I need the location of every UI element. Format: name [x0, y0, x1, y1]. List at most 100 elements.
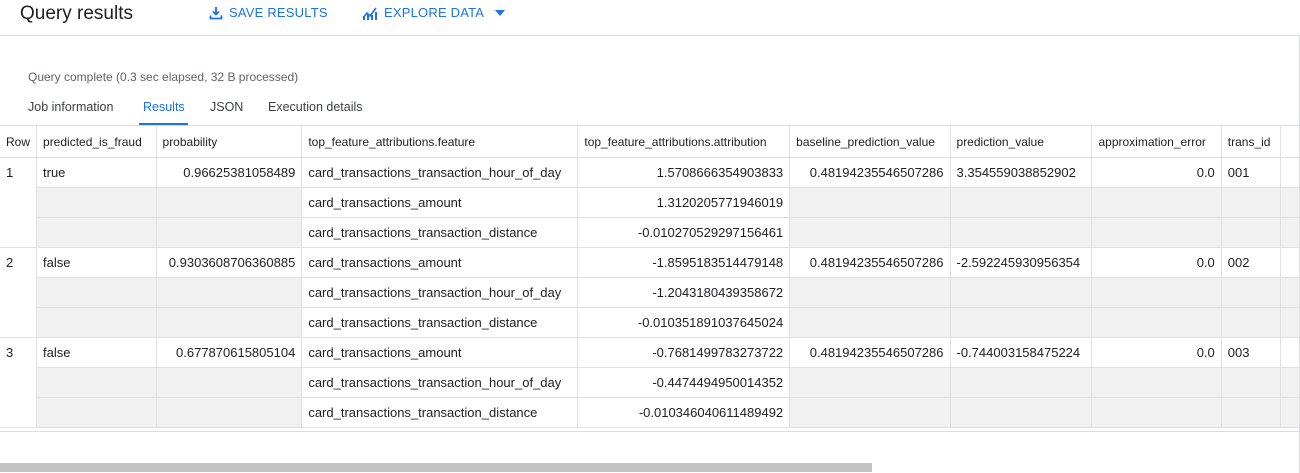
column-header[interactable]: baseline_prediction_value [789, 125, 951, 158]
prediction-value-cell: 3.354559038852902 [949, 157, 1093, 188]
row-number-cell: 1 [0, 157, 38, 248]
table-row: 1 true 0.96625381058489 card_transactions_t… [0, 157, 1300, 248]
table-bottom-border [0, 431, 1300, 432]
table-row: card_transactions_transaction_distance -0… [0, 217, 1300, 248]
tab-execution-details[interactable]: Execution details [268, 100, 363, 114]
prediction-value-cell [949, 307, 1093, 338]
attribution-cell: -1.2043180439358672 [577, 277, 791, 308]
approximation-error-cell [1091, 187, 1222, 218]
baseline-prediction-cell [789, 307, 951, 338]
predicted-is-fraud-cell [36, 187, 157, 218]
table-row: card_transactions_transaction_hour_of_da… [0, 277, 1300, 308]
prediction-value-cell [949, 277, 1093, 308]
baseline-prediction-cell: 0.48194235546507286 [789, 157, 951, 188]
probability-cell [155, 307, 303, 338]
probability-cell: 0.9303608706360885 [155, 247, 303, 278]
attribution-cell: -0.010351891037645024 [577, 307, 791, 338]
overflow-cell [1280, 397, 1300, 428]
overflow-cell [1280, 217, 1300, 248]
overflow-cell [1280, 337, 1300, 368]
chart-icon [362, 6, 378, 20]
table-row: card_transactions_amount 1.31202057719460… [0, 187, 1300, 218]
overflow-cell [1280, 187, 1300, 218]
prediction-value-cell: -2.592245930956354 [949, 247, 1093, 278]
attribution-cell: 1.5708666354903833 [577, 157, 791, 188]
approximation-error-cell [1091, 217, 1222, 248]
probability-cell [155, 217, 303, 248]
prediction-value-cell [949, 217, 1093, 248]
overflow-cell [1280, 367, 1300, 398]
probability-cell [155, 277, 303, 308]
approximation-error-cell: 0.0 [1091, 337, 1222, 368]
trans-id-cell: 001 [1220, 157, 1282, 188]
baseline-prediction-cell: 0.48194235546507286 [789, 247, 951, 278]
probability-cell [155, 367, 303, 398]
approximation-error-cell [1091, 397, 1222, 428]
table-row: 2 false 0.9303608706360885 card_transaction… [0, 247, 1300, 338]
attribution-cell: -1.8595183514479148 [577, 247, 791, 278]
page-title: Query results [20, 3, 133, 24]
predicted-is-fraud-cell: false [36, 247, 157, 278]
column-header[interactable]: probability [155, 125, 303, 158]
save-results-label: SAVE RESULTS [229, 5, 328, 20]
column-header-overflow [1280, 125, 1300, 158]
predicted-is-fraud-cell [36, 307, 157, 338]
approximation-error-cell [1091, 307, 1222, 338]
horizontal-scrollbar-thumb[interactable] [0, 463, 872, 472]
results-tabs: Job information Results JSON Execution d… [0, 96, 1300, 124]
trans-id-cell [1220, 187, 1282, 218]
column-header[interactable]: trans_id [1220, 125, 1282, 158]
trans-id-cell: 003 [1220, 337, 1282, 368]
trans-id-cell [1220, 217, 1282, 248]
feature-cell: card_transactions_transaction_hour_of_da… [301, 277, 579, 308]
overflow-cell [1280, 307, 1300, 338]
baseline-prediction-cell [789, 187, 951, 218]
overflow-cell [1280, 157, 1300, 188]
approximation-error-cell: 0.0 [1091, 157, 1222, 188]
column-header[interactable]: approximation_error [1091, 125, 1222, 158]
tab-results[interactable]: Results [143, 100, 185, 114]
trans-id-cell: 002 [1220, 247, 1282, 278]
column-header[interactable]: top_feature_attributions.attribution [577, 125, 791, 158]
column-header[interactable]: prediction_value [949, 125, 1093, 158]
tab-json[interactable]: JSON [210, 100, 243, 114]
save-results-button[interactable]: SAVE RESULTS [209, 5, 328, 20]
results-table-container: Row predicted_is_fraud probability top_f… [0, 125, 1300, 431]
trans-id-cell [1220, 397, 1282, 428]
feature-cell: card_transactions_transaction_distance [301, 217, 579, 248]
attribution-cell: -0.010270529297156461 [577, 217, 791, 248]
baseline-prediction-cell [789, 367, 951, 398]
prediction-value-cell: -0.744003158475224 [949, 337, 1093, 368]
caret-down-icon[interactable] [490, 9, 506, 17]
predicted-is-fraud-cell [36, 277, 157, 308]
feature-cell: card_transactions_amount [301, 187, 579, 218]
explore-data-button[interactable]: EXPLORE DATA [362, 5, 506, 20]
feature-cell: card_transactions_amount [301, 337, 579, 368]
prediction-value-cell [949, 397, 1093, 428]
attribution-cell: -0.010346040611489492 [577, 397, 791, 428]
attribution-cell: -0.4474494950014352 [577, 367, 791, 398]
tab-job-information[interactable]: Job information [28, 100, 113, 114]
table-row: card_transactions_transaction_hour_of_da… [0, 367, 1300, 398]
probability-cell: 0.677870615805104 [155, 337, 303, 368]
feature-cell: card_transactions_transaction_hour_of_da… [301, 367, 579, 398]
table-header-row: Row predicted_is_fraud probability top_f… [0, 125, 1300, 158]
predicted-is-fraud-cell: false [36, 337, 157, 368]
overflow-cell [1280, 247, 1300, 278]
baseline-prediction-cell [789, 397, 951, 428]
table-row: 3 false 0.677870615805104 card_transactions… [0, 337, 1300, 428]
trans-id-cell [1220, 367, 1282, 398]
probability-cell [155, 397, 303, 428]
results-table: Row predicted_is_fraud probability top_f… [0, 125, 1300, 428]
predicted-is-fraud-cell [36, 397, 157, 428]
column-header[interactable]: top_feature_attributions.feature [301, 125, 579, 158]
column-header[interactable]: predicted_is_fraud [36, 125, 157, 158]
trans-id-cell [1220, 307, 1282, 338]
overflow-cell [1280, 277, 1300, 308]
table-row: card_transactions_transaction_distance -0… [0, 397, 1300, 428]
column-header[interactable]: Row [0, 125, 38, 158]
prediction-value-cell [949, 367, 1093, 398]
feature-cell: card_transactions_transaction_hour_of_da… [301, 157, 579, 188]
probability-cell: 0.96625381058489 [155, 157, 303, 188]
attribution-cell: 1.3120205771946019 [577, 187, 791, 218]
